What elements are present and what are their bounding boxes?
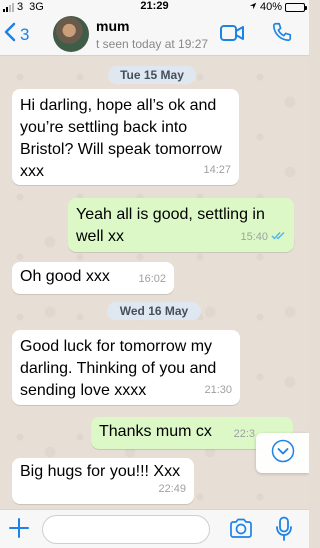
message-line: xxx	[20, 163, 44, 180]
message-input[interactable]	[42, 515, 210, 544]
avatar[interactable]	[53, 16, 89, 52]
message-line: darling. Thinking of you and	[20, 360, 217, 377]
message-line: sending love xxxx	[20, 382, 147, 399]
last-seen-status: t seen today at 19:27	[96, 37, 209, 51]
message-line: Good luck for tomorrow my	[20, 338, 213, 355]
location-arrow-icon	[249, 1, 257, 13]
date-divider: Tue 15 May	[108, 66, 196, 84]
chat-header: 3 mum t seen today at 19:27	[0, 14, 309, 56]
message-time: 22:49	[158, 483, 186, 495]
message-time: 22:3	[233, 428, 255, 440]
camera-icon[interactable]	[229, 518, 253, 543]
status-right: 40%	[249, 1, 307, 13]
message-line: Yeah all is good, settling in	[76, 206, 265, 223]
battery-icon	[285, 2, 307, 12]
contact-name[interactable]: mum	[96, 18, 129, 34]
phone-icon[interactable]	[271, 21, 293, 48]
message-time: 14:27	[203, 164, 231, 176]
message-input-bar	[0, 509, 309, 548]
message-incoming[interactable]: Big hugs for you!!! Xxx 22:49	[12, 458, 194, 504]
message-incoming[interactable]: Hi darling, hope all’s ok and you’re set…	[12, 89, 239, 185]
message-line: you’re settling back into	[20, 119, 188, 136]
video-camera-icon[interactable]	[220, 24, 245, 47]
message-time: 15:40	[240, 231, 268, 243]
back-button[interactable]: 3	[4, 22, 29, 47]
unread-count: 3	[20, 24, 30, 44]
message-outgoing[interactable]: Yeah all is good, settling in well xx 15…	[68, 198, 294, 252]
chevron-down-circle-icon	[271, 439, 295, 468]
status-bar: 3 3G 21:29 40%	[0, 0, 309, 14]
message-time: 16:02	[138, 273, 166, 285]
message-incoming[interactable]: Oh good xxx 16:02	[12, 262, 174, 294]
plus-icon[interactable]	[8, 517, 30, 544]
message-incoming[interactable]: Good luck for tomorrow my darling. Think…	[12, 330, 240, 405]
scroll-to-bottom-button[interactable]	[256, 433, 309, 473]
message-time: 21:30	[204, 384, 232, 396]
chat-messages[interactable]: Tue 15 May Hi darling, hope all’s ok and…	[0, 57, 309, 509]
chevron-left-icon	[4, 22, 16, 47]
message-line: Bristol? Will speak tomorrow	[20, 141, 222, 158]
read-receipt-icon	[271, 226, 286, 248]
microphone-icon[interactable]	[275, 516, 293, 547]
message-line: Hi darling, hope all’s ok and	[20, 97, 217, 114]
message-meta: 15:40	[240, 226, 286, 248]
date-divider: Wed 16 May	[107, 302, 201, 320]
battery-percent: 40%	[259, 1, 282, 13]
